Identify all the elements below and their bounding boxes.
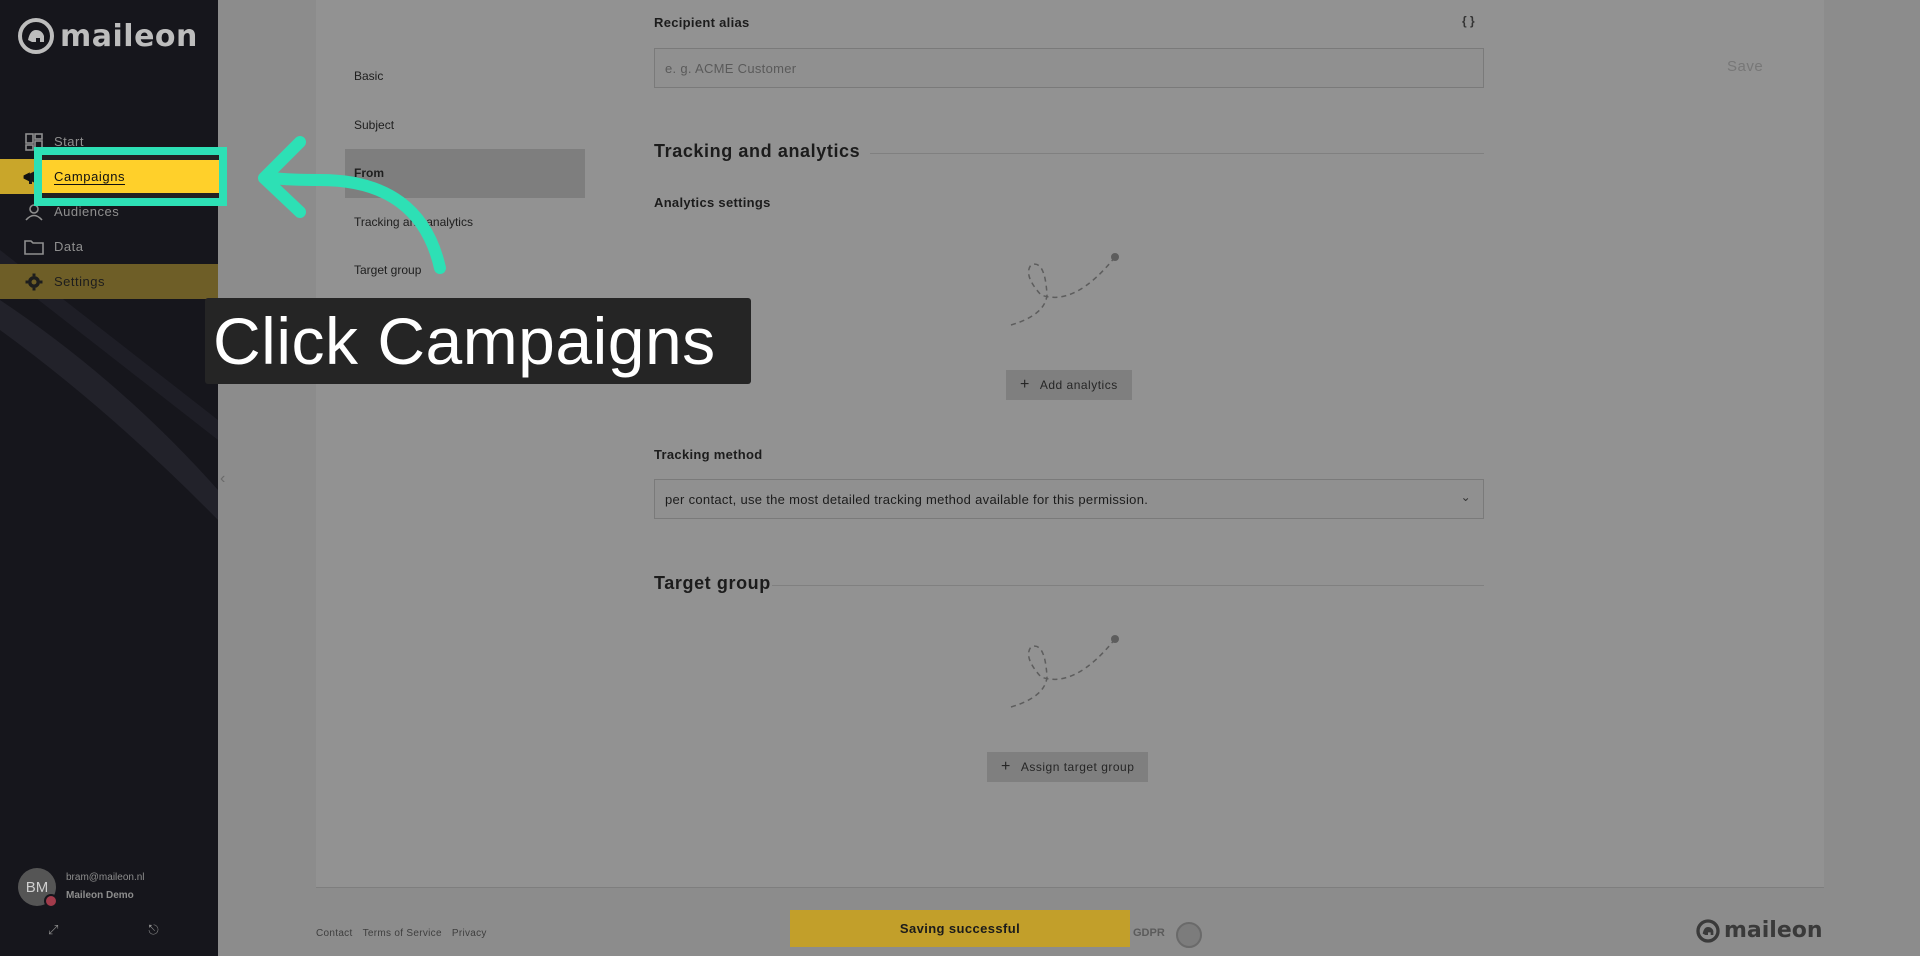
- assign-target-group-label: Assign target group: [1020, 760, 1135, 774]
- sidebar-item-label: Settings: [54, 274, 105, 289]
- sidebar: maileon Start Campaigns Audiences Data: [0, 0, 218, 956]
- logo-text: maileon: [60, 18, 198, 54]
- megaphone-icon: [23, 172, 30, 182]
- placeholder-braces-icon[interactable]: { }: [1462, 14, 1475, 28]
- tracking-method-select[interactable]: per contact, use the most detailed track…: [654, 479, 1484, 519]
- tutorial-callout: Click Campaigns: [205, 298, 751, 384]
- maileon-logo-icon: [1696, 918, 1720, 943]
- sidebar-item-label: Audiences: [54, 204, 120, 219]
- section-divider: [870, 153, 1484, 154]
- avatar-initials: BM: [25, 878, 49, 896]
- gdpr-badge: GDPR: [1133, 927, 1165, 939]
- assign-target-group-button[interactable]: + Assign target group: [987, 752, 1149, 782]
- section-divider: [772, 585, 1484, 586]
- gear-icon: [24, 272, 44, 292]
- folder-icon: [24, 237, 44, 257]
- highlight-bar: [42, 193, 219, 198]
- footer-link-privacy[interactable]: Privacy: [452, 928, 487, 939]
- avatar[interactable]: BM: [18, 868, 58, 908]
- target-group-heading-text: Target group: [654, 573, 771, 593]
- empty-state-illustration: [1010, 635, 1119, 708]
- tracking-heading: Tracking and analytics: [654, 141, 1484, 162]
- flag-icon: [44, 894, 58, 908]
- user-email: bram@maileon.nl: [66, 872, 145, 883]
- add-analytics-label: Add analytics: [1039, 378, 1118, 392]
- recipient-alias-input[interactable]: e. g. ACME Customer: [654, 48, 1484, 88]
- tracking-heading-text: Tracking and analytics: [654, 141, 861, 161]
- plus-icon: +: [1001, 758, 1011, 775]
- user-info: bram@maileon.nl Maileon Demo: [66, 869, 145, 905]
- highlight-bar: [42, 155, 219, 160]
- recipient-alias-label: Recipient alias: [654, 15, 750, 30]
- sidebar-item-settings[interactable]: Settings: [0, 264, 218, 299]
- maileon-logo-icon: [18, 18, 54, 54]
- footer-logo: maileon: [1696, 918, 1823, 943]
- tracking-method-value: per contact, use the most detailed track…: [665, 491, 1149, 507]
- toast-notification: Saving successful: [790, 910, 1130, 947]
- plus-icon: +: [1020, 376, 1030, 393]
- target-group-heading: Target group: [654, 573, 1484, 594]
- save-button[interactable]: Save: [1727, 58, 1763, 75]
- empty-state-illustration: [1010, 253, 1119, 326]
- chevron-down-icon: ⌄: [1460, 490, 1471, 504]
- expand-icon[interactable]: ⤢: [48, 922, 58, 938]
- tracking-method-label: Tracking method: [654, 447, 763, 462]
- analytics-settings-label: Analytics settings: [654, 195, 771, 210]
- certification-badge-icon: [1176, 922, 1202, 948]
- user-org: Maileon Demo: [66, 890, 134, 901]
- sidebar-bottom-actions: ⤢ ⎋: [48, 922, 159, 938]
- highlighted-campaigns-link[interactable]: Campaigns: [54, 170, 126, 185]
- logout-icon[interactable]: ⎋: [148, 922, 158, 938]
- user-profile[interactable]: BM bram@maileon.nl Maileon Demo: [18, 868, 145, 908]
- add-analytics-button[interactable]: + Add analytics: [1006, 370, 1132, 400]
- section-nav-basic[interactable]: Basic: [345, 52, 585, 101]
- collapse-sidebar-icon[interactable]: ‹: [220, 470, 225, 488]
- footer-link-terms[interactable]: Terms of Service: [363, 928, 442, 939]
- footer-links: Contact Terms of Service Privacy: [316, 928, 487, 939]
- footer-logo-text: maileon: [1724, 918, 1823, 943]
- sidebar-item-data[interactable]: Data: [0, 229, 218, 264]
- app-logo[interactable]: maileon: [18, 18, 198, 54]
- footer-link-contact[interactable]: Contact: [316, 928, 353, 939]
- sidebar-item-label: Data: [54, 239, 84, 254]
- tutorial-arrow-icon: [258, 136, 446, 274]
